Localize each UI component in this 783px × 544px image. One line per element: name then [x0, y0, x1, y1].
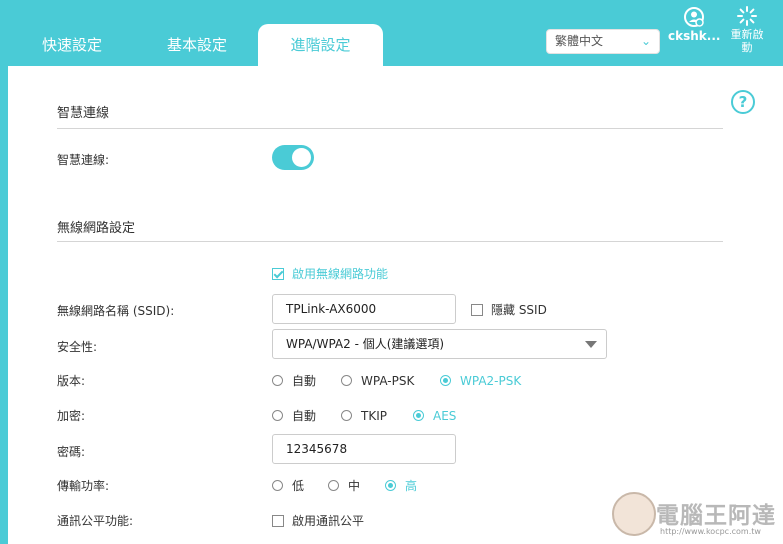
security-select[interactable]: WPA/WPA2 - 個人(建議選項) — [272, 329, 607, 359]
radio-icon — [341, 410, 352, 421]
section-title-smart-connect: 智慧連線 — [57, 106, 110, 121]
encryption-radio-group: 自動 TKIP AES — [272, 407, 456, 424]
smart-connect-label: 智慧連線: — [57, 153, 110, 167]
version-option-auto[interactable]: 自動 — [272, 372, 341, 389]
user-label: ckshk... — [668, 29, 721, 43]
user-icon — [684, 7, 704, 27]
radio-icon — [328, 480, 339, 491]
power-option-medium[interactable]: 中 — [328, 477, 385, 494]
hide-ssid-label: 隱藏 SSID — [491, 303, 547, 317]
watermark: 電腦王阿達 http://www.kocpc.com.tw — [612, 492, 783, 544]
user-account-button[interactable]: ckshk... — [668, 6, 720, 43]
ssid-label: 無線網路名稱 (SSID): — [57, 304, 175, 318]
language-select[interactable]: 繁體中文 ⌄ — [546, 29, 660, 54]
radio-selected-icon — [413, 410, 424, 421]
radio-selected-icon — [440, 375, 451, 386]
radio-icon — [272, 410, 283, 421]
top-navigation-bar: 快速設定 基本設定 進階設定 繁體中文 ⌄ ckshk... 重新啟 動 — [0, 0, 783, 66]
checkbox-icon — [471, 303, 483, 316]
enable-wireless-checkbox[interactable]: 啟用無線網路功能 — [272, 265, 388, 282]
tab-advanced[interactable]: 進階設定 — [258, 24, 383, 66]
enable-wireless-label: 啟用無線網路功能 — [292, 267, 389, 281]
encryption-option-tkip[interactable]: TKIP — [341, 409, 413, 423]
password-label: 密碼: — [57, 445, 86, 459]
hide-ssid-checkbox[interactable]: 隱藏 SSID — [471, 301, 547, 318]
version-label: 版本: — [57, 374, 86, 388]
power-radio-group: 低 中 高 — [272, 477, 417, 494]
ssid-input[interactable]: TPLink-AX6000 — [272, 294, 456, 324]
encryption-option-auto[interactable]: 自動 — [272, 407, 341, 424]
reboot-label-line1: 重新啟 — [730, 28, 764, 41]
checkbox-icon — [272, 514, 284, 527]
tab-basic[interactable]: 基本設定 — [147, 24, 247, 66]
watermark-url: http://www.kocpc.com.tw — [660, 527, 761, 536]
encryption-label: 加密: — [57, 409, 86, 423]
encryption-option-aes[interactable]: AES — [413, 409, 456, 423]
security-label: 安全性: — [57, 340, 98, 354]
smart-connect-toggle[interactable] — [272, 145, 314, 170]
tab-quick-setup[interactable]: 快速設定 — [22, 24, 122, 66]
mascot-logo-icon — [612, 492, 656, 536]
radio-selected-icon — [385, 480, 396, 491]
version-radio-group: 自動 WPA-PSK WPA2-PSK — [272, 372, 521, 389]
language-select-value: 繁體中文 — [555, 34, 604, 48]
radio-icon — [272, 480, 283, 491]
divider — [57, 241, 723, 242]
fairness-checkbox[interactable]: 啟用通訊公平 — [272, 512, 364, 529]
password-input[interactable]: 12345678 — [272, 434, 456, 464]
security-select-value: WPA/WPA2 - 個人(建議選項) — [286, 337, 445, 351]
help-icon[interactable]: ? — [731, 90, 755, 114]
power-option-low[interactable]: 低 — [272, 477, 328, 494]
reboot-icon — [737, 6, 757, 26]
radio-icon — [341, 375, 352, 386]
checkbox-checked-icon — [272, 267, 284, 280]
radio-icon — [272, 375, 283, 386]
reboot-label-line2: 動 — [741, 41, 753, 54]
chevron-down-icon: ⌄ — [640, 34, 651, 48]
version-option-wpa2-psk[interactable]: WPA2-PSK — [440, 374, 521, 388]
version-option-wpa-psk[interactable]: WPA-PSK — [341, 374, 440, 388]
fairness-label: 通訊公平功能: — [57, 514, 134, 528]
watermark-text: 電腦王阿達 — [656, 503, 776, 529]
power-option-high[interactable]: 高 — [385, 477, 417, 494]
section-title-wireless: 無線網路設定 — [57, 221, 136, 236]
dropdown-arrow-icon — [585, 341, 597, 348]
divider — [57, 128, 723, 129]
toggle-knob — [292, 148, 311, 167]
reboot-button[interactable]: 重新啟 動 — [724, 6, 770, 54]
fairness-checkbox-label: 啟用通訊公平 — [292, 514, 365, 528]
power-label: 傳輸功率: — [57, 479, 110, 493]
